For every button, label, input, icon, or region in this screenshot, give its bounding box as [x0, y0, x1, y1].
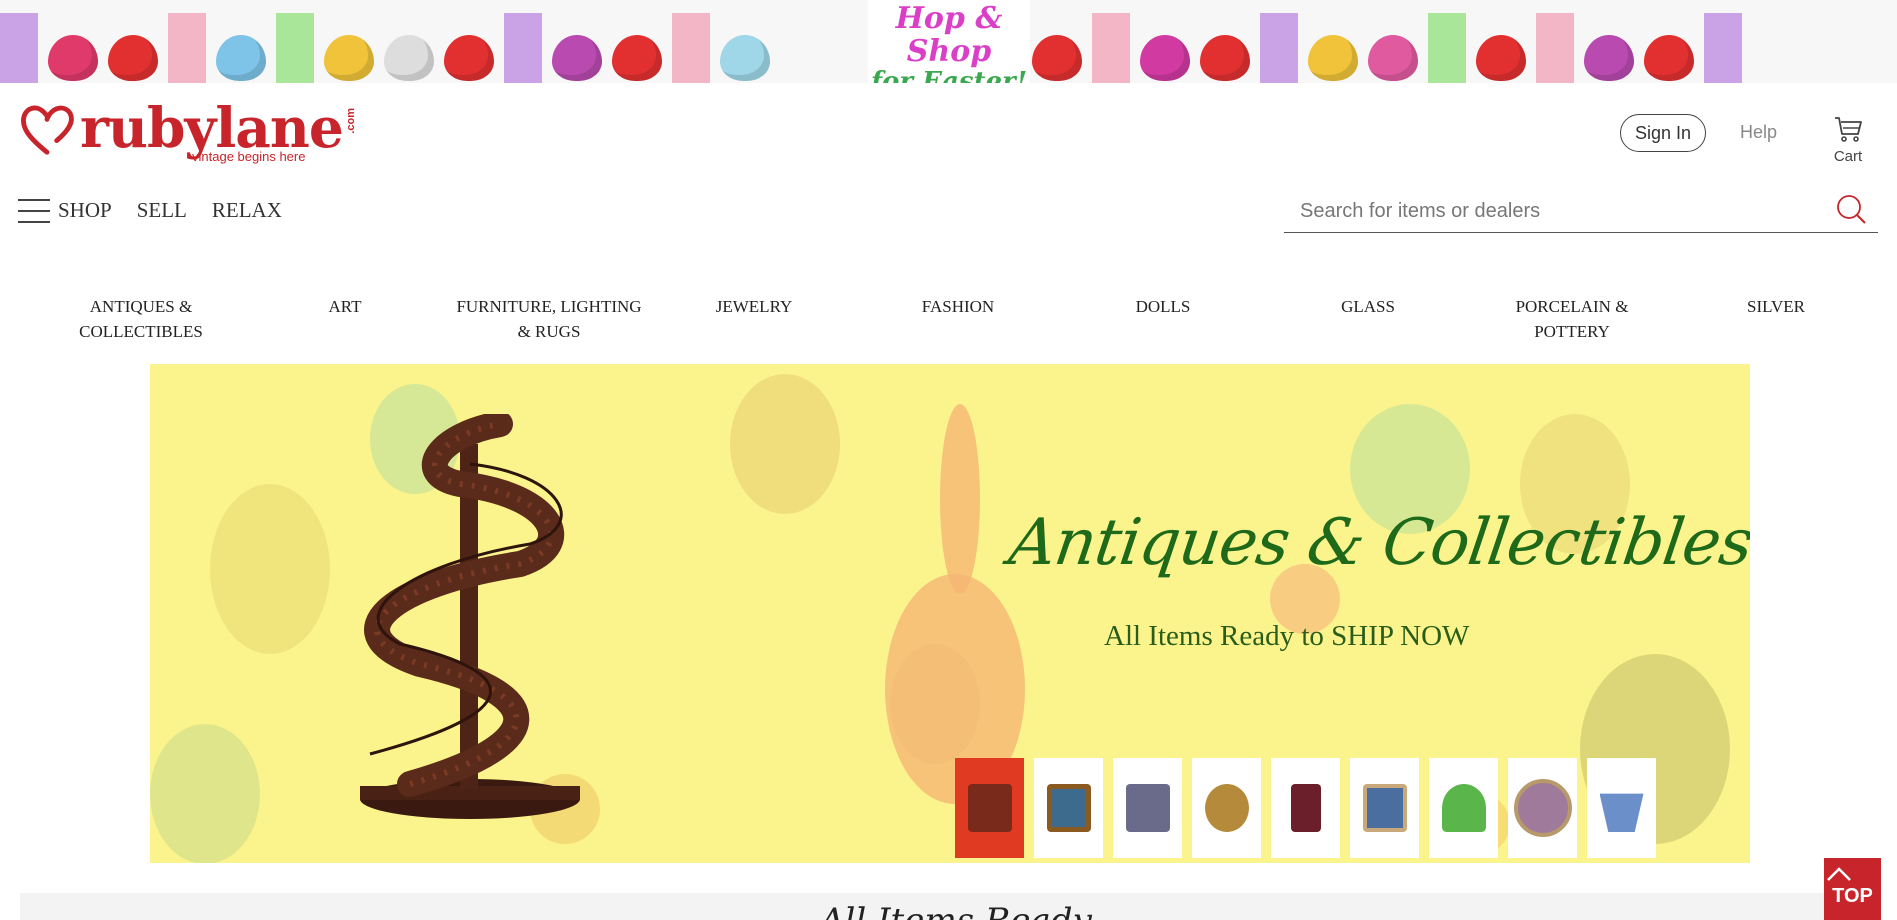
- bunny-decoration: [168, 13, 206, 83]
- thumbnail-doll[interactable]: [1350, 758, 1419, 858]
- banner-line-2: for Easter!: [870, 67, 1028, 83]
- section-heading-partial: All Items Ready: [820, 901, 1092, 920]
- banner-headline: Hop & Shop for Easter!: [868, 0, 1030, 83]
- bunny-decoration: [1260, 13, 1298, 83]
- category-glass[interactable]: GLASS: [1273, 294, 1463, 319]
- spiral-staircase-image: [360, 414, 580, 819]
- spiral-stair-thumb-icon: [967, 784, 1012, 832]
- bunny-decoration: [1428, 13, 1466, 83]
- bunny-decoration: [1704, 13, 1742, 83]
- hero-title: Antiques & Collectibles: [1004, 506, 1750, 580]
- easter-egg-decoration: [108, 35, 158, 81]
- easter-egg-decoration: [552, 35, 602, 81]
- rubylane-logo[interactable]: rubylane .com vintage begins here: [18, 95, 357, 164]
- easter-egg-decoration: [324, 35, 374, 81]
- easter-egg-decoration: [48, 35, 98, 81]
- banner-line-1: Hop & Shop: [895, 1, 1003, 69]
- thumbnail-silver-basket[interactable]: [1587, 758, 1656, 858]
- category-silver[interactable]: SILVER: [1681, 294, 1871, 319]
- sign-in-button[interactable]: Sign In: [1620, 114, 1706, 152]
- thumbnail-spiral-stair[interactable]: [955, 758, 1024, 858]
- thumbnail-rug[interactable]: [1113, 758, 1182, 858]
- easter-egg-decoration: [1200, 35, 1250, 81]
- back-to-top-button[interactable]: TOP: [1824, 858, 1881, 920]
- bunny-decoration: [276, 13, 314, 83]
- thumbnail-framed-painting[interactable]: [1034, 758, 1103, 858]
- easter-egg-decoration: [1368, 35, 1418, 81]
- bunny-silhouette: [210, 484, 330, 654]
- easter-egg-decoration: [1032, 35, 1082, 81]
- cart-label: Cart: [1833, 148, 1863, 165]
- easter-egg-silhouette: [150, 724, 260, 863]
- nav-relax[interactable]: RELAX: [212, 198, 282, 223]
- easter-egg-decoration: [216, 35, 266, 81]
- easter-egg-decoration: [1140, 35, 1190, 81]
- easter-egg-decoration: [1584, 35, 1634, 81]
- thumbnail-cabinet[interactable]: [1271, 758, 1340, 858]
- hero-subtitle: All Items Ready to SHIP NOW: [1104, 620, 1470, 652]
- hero-thumbnail-strip: [955, 758, 1656, 858]
- hamburger-menu-icon[interactable]: [18, 198, 50, 223]
- logo-wordmark: rubylane: [80, 95, 344, 160]
- cart-icon: [1835, 117, 1862, 142]
- easter-egg-decoration: [444, 35, 494, 81]
- bunny-decoration: [672, 13, 710, 83]
- easter-egg-decoration: [612, 35, 662, 81]
- doll-thumb-icon: [1362, 784, 1407, 832]
- framed-painting-thumb-icon: [1046, 784, 1091, 832]
- logo-com: .com: [344, 108, 357, 134]
- category-fashion[interactable]: FASHION: [863, 294, 1053, 319]
- thumbnail-glass-lamp[interactable]: [1429, 758, 1498, 858]
- category-antiques-collectibles[interactable]: ANTIQUES & COLLECTIBLES: [46, 294, 236, 344]
- category-dolls[interactable]: DOLLS: [1068, 294, 1258, 319]
- glass-lamp-thumb-icon: [1441, 784, 1486, 832]
- logo-tagline: vintage begins here: [192, 149, 306, 164]
- easter-egg-decoration: [1644, 35, 1694, 81]
- nav-sell[interactable]: SELL: [137, 198, 187, 223]
- next-section-header: All Items Ready: [20, 893, 1880, 920]
- main-nav: SHOP SELL RELAX: [18, 198, 307, 223]
- easter-egg-decoration: [1476, 35, 1526, 81]
- painted-plate-thumb-icon: [1513, 779, 1572, 837]
- bunny-decoration: [1092, 13, 1130, 83]
- search-icon[interactable]: [1834, 192, 1868, 226]
- bunny-ear: [940, 404, 980, 594]
- cart-button[interactable]: Cart: [1828, 114, 1868, 165]
- nav-shop[interactable]: SHOP: [58, 198, 112, 223]
- search-bar: [1284, 188, 1878, 233]
- thumbnail-painted-plate[interactable]: [1508, 758, 1577, 858]
- easter-egg-decoration: [1308, 35, 1358, 81]
- chevron-up-icon: [1827, 867, 1851, 881]
- rug-thumb-icon: [1125, 784, 1170, 832]
- easter-promo-banner[interactable]: Hop & Shop for Easter!: [0, 0, 1897, 83]
- thumbnail-pendant[interactable]: [1192, 758, 1261, 858]
- cabinet-thumb-icon: [1290, 784, 1321, 832]
- search-input[interactable]: [1298, 196, 1822, 226]
- bunny-decoration: [504, 13, 542, 83]
- easter-egg-decoration: [384, 35, 434, 81]
- category-jewelry[interactable]: JEWELRY: [659, 294, 849, 319]
- pendant-thumb-icon: [1204, 784, 1249, 832]
- easter-egg-silhouette: [730, 374, 840, 514]
- heart-logo-icon: [21, 105, 74, 155]
- hero-banner[interactable]: Antiques & Collectibles All Items Ready …: [150, 364, 1750, 863]
- category-art[interactable]: ART: [250, 294, 440, 319]
- category-furniture-lighting-rugs[interactable]: FURNITURE, LIGHTING & RUGS: [454, 294, 644, 344]
- silver-basket-thumb-icon: [1599, 793, 1644, 832]
- back-to-top-label: TOP: [1832, 885, 1873, 907]
- category-porcelain-pottery[interactable]: PORCELAIN & POTTERY: [1477, 294, 1667, 344]
- easter-egg-decoration: [720, 35, 770, 81]
- bunny-decoration: [1536, 13, 1574, 83]
- help-link[interactable]: Help: [1740, 122, 1777, 143]
- bunny-decoration: [0, 13, 38, 83]
